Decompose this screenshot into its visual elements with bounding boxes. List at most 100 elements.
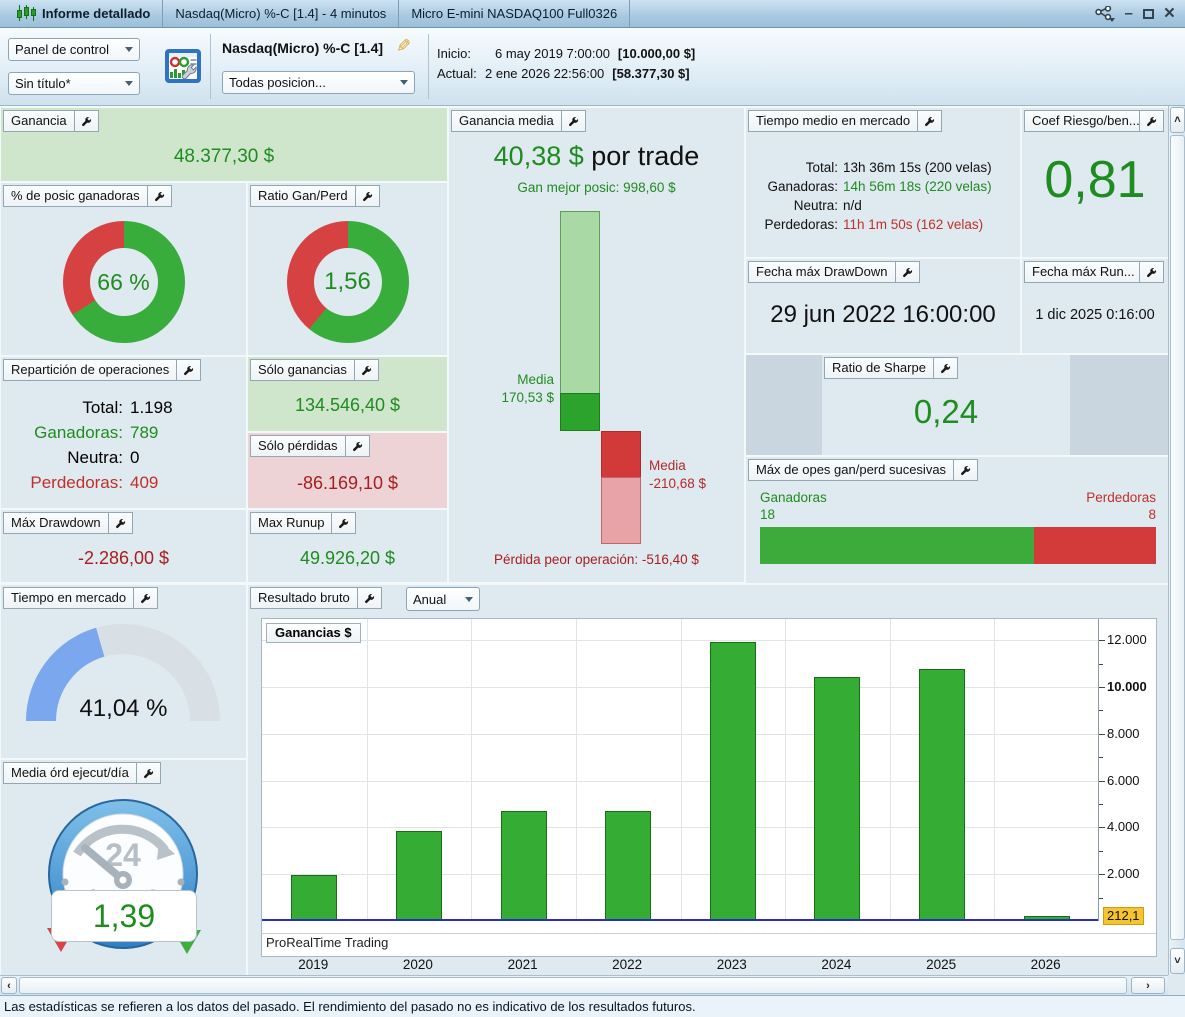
- panel-max-sucesivas: Máx de opes gan/perd sucesivas Ganadoras…: [746, 457, 1168, 583]
- panel-mode-select[interactable]: Panel de control: [8, 38, 140, 61]
- media-gain-label: Media170,53 $: [501, 371, 554, 407]
- wrench-icon[interactable]: [177, 359, 201, 381]
- minimize-button[interactable]: –: [1125, 6, 1133, 21]
- wrench-icon[interactable]: [1140, 110, 1164, 132]
- series-toggle-button[interactable]: Ganancias $: [266, 623, 361, 643]
- chart-bar-2021: [501, 811, 547, 922]
- chart-bar-2023: [710, 642, 756, 921]
- panel-ganancia-media-title[interactable]: Ganancia media: [451, 110, 562, 132]
- candlestick-app-icon: [16, 5, 36, 23]
- disclaimer-text: Las estadísticas se refieren a los datos…: [4, 999, 696, 1014]
- wrench-icon[interactable]: [918, 110, 942, 132]
- panel-fecha-drawdown-title[interactable]: Fecha máx DrawDown: [748, 261, 896, 283]
- panel-tiempo-medio-title[interactable]: Tiempo medio en mercado: [748, 110, 918, 132]
- scroll-left-button[interactable]: ‹: [1, 977, 17, 994]
- wrench-icon[interactable]: [137, 762, 161, 784]
- orders-per-day-value: 1,39: [93, 898, 155, 935]
- panel-max-runup-title[interactable]: Max Runup: [250, 512, 332, 534]
- panel-reparticion-title[interactable]: Repartición de operaciones: [3, 359, 177, 381]
- wrench-icon[interactable]: [75, 110, 99, 132]
- sucesivas-bar-chart: [760, 527, 1156, 564]
- share-icon[interactable]: [1095, 6, 1115, 22]
- wrench-icon[interactable]: [109, 512, 133, 534]
- maximize-button[interactable]: [1143, 9, 1154, 19]
- x-tick-label: 2019: [261, 957, 366, 972]
- wrench-icon[interactable]: [346, 435, 370, 457]
- panel-pct-ganadoras-title[interactable]: % de posic ganadoras: [3, 185, 148, 207]
- panel-solo-perdidas-title[interactable]: Sólo pérdidas: [250, 435, 346, 457]
- panel-max-drawdown-title[interactable]: Máx Drawdown: [3, 512, 109, 534]
- tiempo-perdedoras-row: Perdedoras:11h 1m 50s (162 velas): [746, 215, 1020, 234]
- period-select[interactable]: Anual: [406, 587, 480, 611]
- panel-resultado-bruto: Resultado bruto Anual 2.0004.0006.0008.0…: [248, 585, 1168, 975]
- panel-solo-perdidas: Sólo pérdidas -86.169,10 $: [248, 433, 447, 508]
- wrench-icon[interactable]: [355, 359, 379, 381]
- wrench-icon[interactable]: [954, 459, 978, 481]
- positions-select[interactable]: Todas posicion...: [222, 71, 415, 94]
- panel-max-sucesivas-title[interactable]: Máx de opes gan/perd sucesivas: [748, 459, 954, 481]
- ratio-donut-chart: 1,56: [287, 221, 409, 343]
- wrench-icon[interactable]: [934, 357, 958, 379]
- reparticion-ganadoras-row: Ganadoras:789: [1, 420, 246, 445]
- horizontal-scrollbar[interactable]: ‹ ›: [0, 975, 1168, 995]
- panel-solo-ganancias-title[interactable]: Sólo ganancias: [250, 359, 355, 381]
- chart-bar-2025: [919, 669, 965, 921]
- avg-gain-bar-range: [560, 211, 600, 393]
- x-tick-label: 2020: [366, 957, 471, 972]
- x-tick-label: 2024: [784, 957, 889, 972]
- dashboard: Ganancia 48.377,30 $ % de posic ganadora…: [0, 106, 1168, 975]
- orders-per-day-clock: 24 1,39: [35, 794, 215, 972]
- wrench-icon[interactable]: [356, 185, 380, 207]
- layout-select[interactable]: Sin título*: [8, 72, 140, 95]
- report-settings-icon[interactable]: [163, 46, 203, 86]
- wrench-icon[interactable]: [148, 185, 172, 207]
- y-tick-label: 12.000: [1107, 632, 1147, 647]
- wrench-icon[interactable]: [134, 587, 158, 609]
- avg-loss-bar-range: [601, 477, 641, 544]
- panel-ganancia: Ganancia 48.377,30 $: [1, 108, 447, 181]
- panel-sharpe: Ratio de Sharpe 0,24: [822, 355, 1070, 455]
- strategy-title: Nasdaq(Micro) %-C [1.4]: [222, 40, 383, 56]
- sharpe-row-background: Ratio de Sharpe 0,24: [746, 355, 1168, 455]
- x-tick-label: 2021: [470, 957, 575, 972]
- panel-fecha-runup-title[interactable]: Fecha máx Run...: [1024, 261, 1140, 283]
- wrench-icon[interactable]: [358, 587, 382, 609]
- scroll-right-button[interactable]: ›: [1131, 977, 1165, 994]
- prorealtime-watermark: ProRealTime Trading: [266, 935, 388, 950]
- close-button[interactable]: ×: [1164, 4, 1175, 23]
- scroll-down-button[interactable]: ˅: [1170, 948, 1185, 974]
- gross-result-chart: 2.0004.0006.0008.00010.00012.000212,1 Ga…: [261, 618, 1157, 957]
- panel-ratio-title[interactable]: Ratio Gan/Perd: [250, 185, 356, 207]
- actual-date: 2 ene 2026 22:56:00: [485, 64, 604, 84]
- vertical-scrollbar[interactable]: ˄ ˅: [1168, 106, 1185, 975]
- horizontal-scroll-thumb[interactable]: [19, 977, 1127, 994]
- chart-x-axis: 20192020202120222023202420252026: [261, 957, 1098, 975]
- chart-bar-2022: [605, 811, 651, 921]
- vertical-scroll-thumb[interactable]: [1170, 135, 1185, 940]
- chart-y-axis: 2.0004.0006.0008.00010.00012.000212,1: [1099, 619, 1157, 921]
- title-bar: Informe detallado Nasdaq(Micro) %-C [1.4…: [0, 0, 1185, 28]
- chart-bar-2024: [814, 677, 860, 921]
- sucesivas-bar-red: [1034, 527, 1156, 564]
- panel-ratio-ganperd: Ratio Gan/Perd 1,56: [248, 183, 447, 355]
- panel-resultado-bruto-title[interactable]: Resultado bruto: [250, 587, 358, 609]
- wrench-icon[interactable]: [896, 261, 920, 283]
- panel-tiempo-mercado-title[interactable]: Tiempo en mercado: [3, 587, 134, 609]
- wrench-icon[interactable]: [1140, 261, 1164, 283]
- actual-amount: [58.377,30 $]: [612, 64, 689, 84]
- media-loss-label: Media-210,68 $: [649, 457, 706, 493]
- reparticion-neutra-row: Neutra:0: [1, 445, 246, 470]
- panel-ganancia-title[interactable]: Ganancia: [3, 110, 75, 132]
- panel-media-ordenes: Media órd ejecut/día 24: [1, 760, 246, 975]
- panel-ganancia-media: Ganancia media 40,38 $ por trade Gan mej…: [449, 108, 744, 582]
- y-tick-label: 8.000: [1107, 726, 1140, 741]
- scroll-up-button[interactable]: ˄: [1170, 107, 1185, 133]
- wrench-icon[interactable]: [332, 512, 356, 534]
- panel-sharpe-title[interactable]: Ratio de Sharpe: [824, 357, 934, 379]
- panel-media-ordenes-title[interactable]: Media órd ejecut/día: [3, 762, 137, 784]
- winrate-value: 66 %: [97, 269, 149, 296]
- edit-pencil-icon[interactable]: ✎: [396, 36, 411, 57]
- wrench-icon[interactable]: [562, 110, 586, 132]
- panel-coef-riesgo-title[interactable]: Coef Riesgo/ben...: [1024, 110, 1140, 132]
- y-tick-label: 6.000: [1107, 773, 1140, 788]
